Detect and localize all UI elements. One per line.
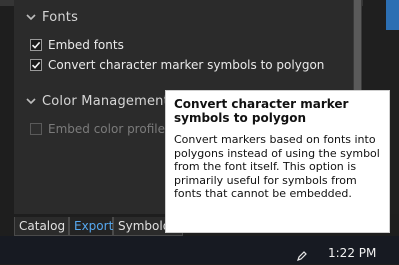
embed-fonts-checkbox[interactable] <box>30 39 42 51</box>
color-management-section-header[interactable]: Color Management <box>24 93 169 109</box>
embed-color-profile-option[interactable]: Embed color profile <box>30 121 165 137</box>
tab-export[interactable]: Export <box>69 217 113 236</box>
tooltip-title: Convert character marker symbols to poly… <box>174 97 349 125</box>
pen-icon[interactable] <box>296 250 308 262</box>
embed-fonts-option[interactable]: Embed fonts <box>30 37 124 53</box>
convert-markers-option[interactable]: Convert character marker symbols to poly… <box>30 57 324 73</box>
tooltip: Convert character marker symbols to poly… <box>165 90 390 233</box>
embed-fonts-label: Embed fonts <box>48 38 124 52</box>
tab-catalog[interactable]: Catalog <box>14 217 69 236</box>
fonts-section-header[interactable]: Fonts <box>24 9 78 25</box>
tab-export-label: Export <box>74 219 114 233</box>
right-accent-block <box>386 0 399 30</box>
fonts-section-label: Fonts <box>42 9 79 25</box>
embed-color-profile-checkbox[interactable] <box>30 123 42 135</box>
scrollbar-thumb[interactable] <box>354 0 361 90</box>
convert-markers-checkbox[interactable] <box>30 59 42 71</box>
taskbar-clock[interactable]: 1:22 PM <box>328 246 376 260</box>
color-management-section-label: Color Management <box>42 93 169 109</box>
tooltip-body: Convert markers based on fonts into poly… <box>174 133 380 200</box>
embed-color-profile-label: Embed color profile <box>48 122 165 136</box>
chevron-down-icon[interactable] <box>24 10 38 24</box>
chevron-down-icon[interactable] <box>24 94 38 108</box>
tab-catalog-label: Catalog <box>19 219 66 233</box>
convert-markers-label: Convert character marker symbols to poly… <box>48 58 325 72</box>
